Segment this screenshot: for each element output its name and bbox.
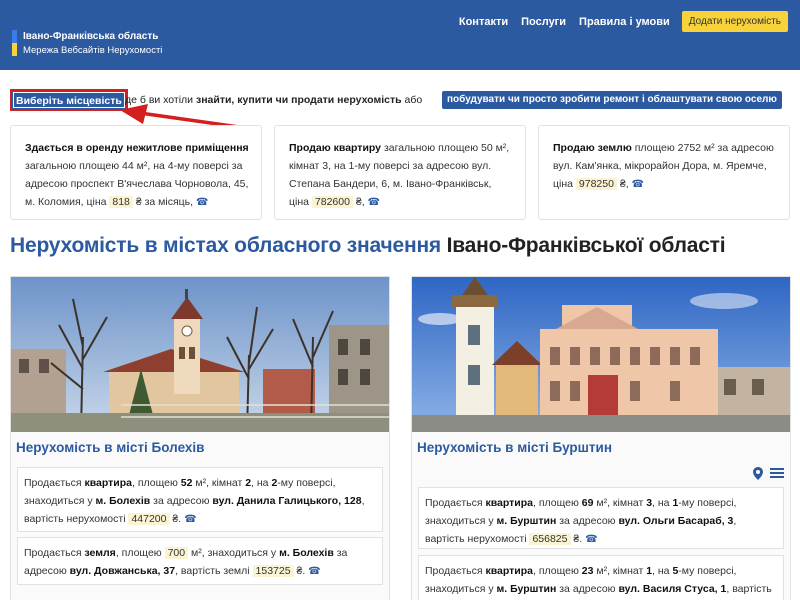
- menu-icon[interactable]: [770, 466, 784, 480]
- nav-services[interactable]: Послуги: [521, 16, 566, 28]
- ad-card[interactable]: Здається в оренду нежитлове приміщення з…: [10, 125, 262, 220]
- build-repair-button[interactable]: побудувати чи просто зробити ремонт і об…: [442, 91, 782, 109]
- city-panel-bolekhiv: Нерухомість в місті Болехів Продається к…: [10, 276, 390, 600]
- price-tag: 782600: [311, 196, 353, 208]
- main-nav: Контакти Послуги Правила і умови Додати …: [446, 11, 788, 32]
- property-offer[interactable]: Продається квартира, площею 52 м², кімна…: [17, 467, 383, 532]
- select-location-button[interactable]: Виберіть місцевість: [10, 89, 128, 111]
- area-tag: 700: [164, 547, 189, 559]
- price-tag: 447200: [128, 513, 170, 525]
- city-title-bolekhiv[interactable]: Нерухомість в місті Болехів: [16, 440, 204, 455]
- add-property-button[interactable]: Додати нерухомість: [681, 11, 788, 32]
- city-photo-burshtyn[interactable]: [412, 277, 790, 432]
- nav-rules[interactable]: Правила і умови: [579, 16, 670, 28]
- nav-contacts[interactable]: Контакти: [459, 16, 508, 28]
- city-title-burshtyn[interactable]: Нерухомість в місті Бурштин: [417, 440, 612, 455]
- phone-icon[interactable]: ☎: [632, 179, 644, 190]
- section-title: Нерухомість в містах обласного значення …: [10, 234, 726, 257]
- phone-icon[interactable]: ☎: [368, 197, 380, 208]
- price-tag: 818: [109, 196, 133, 208]
- phone-icon[interactable]: ☎: [196, 197, 208, 208]
- site-brand[interactable]: Івано-Франківська область Мережа Вебсайт…: [12, 30, 162, 58]
- property-offer[interactable]: Продається квартира, площею 23 м², кімна…: [418, 555, 784, 600]
- phone-icon[interactable]: ☎: [184, 514, 196, 525]
- property-offer[interactable]: Продається земля, площею 700 м², знаходи…: [17, 537, 383, 585]
- brand-title: Івано-Франківська область: [23, 31, 159, 42]
- city-panel-burshtyn: Нерухомість в місті Бурштин Продається к…: [411, 276, 791, 600]
- price-tag: 978250: [575, 178, 617, 190]
- city-photo-bolekhiv[interactable]: [11, 277, 389, 432]
- phone-icon[interactable]: ☎: [585, 534, 597, 545]
- ukraine-flag-icon: [12, 30, 17, 56]
- map-pin-icon[interactable]: [753, 466, 763, 480]
- ad-card[interactable]: Продаю землю площею 2752 м² за адресою в…: [538, 125, 790, 220]
- brand-subtitle: Мережа Вебсайтів Нерухомості: [23, 45, 163, 56]
- ad-card[interactable]: Продаю квартиру загальною площею 50 м², …: [274, 125, 526, 220]
- property-offer[interactable]: Продається квартира, площею 69 м², кімна…: [418, 487, 784, 549]
- panel-tools: [753, 466, 784, 480]
- price-tag: 153725: [252, 565, 294, 577]
- phone-icon[interactable]: ☎: [308, 566, 320, 577]
- top-navbar: Івано-Франківська область Мережа Вебсайт…: [0, 0, 800, 70]
- price-tag: 656825: [529, 533, 571, 545]
